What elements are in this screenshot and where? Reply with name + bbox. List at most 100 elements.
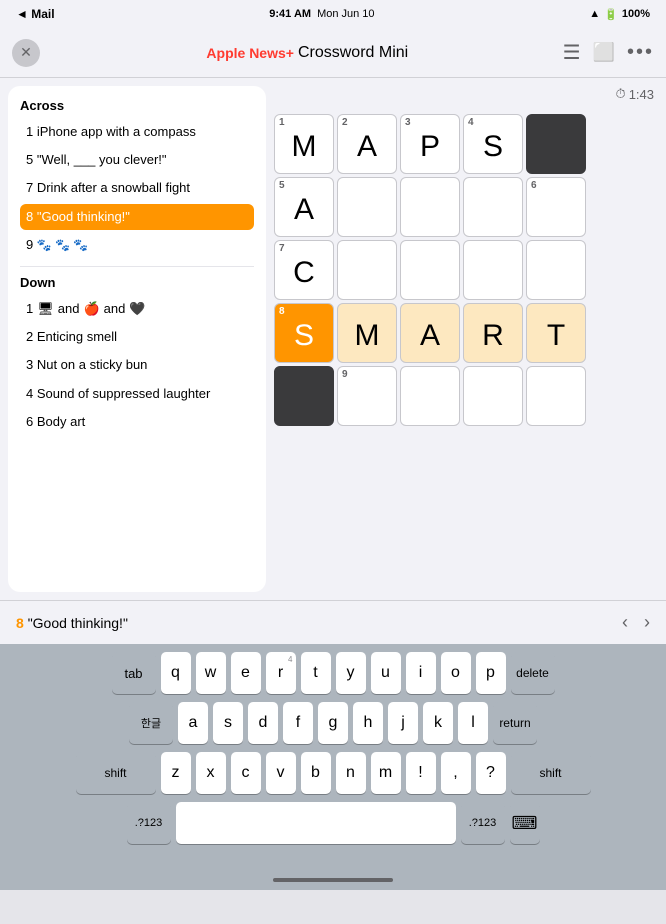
key-e[interactable]: e [231,652,261,694]
close-button[interactable]: ✕ [12,39,40,67]
clue-down-1-and1: and [58,300,80,318]
symbols-left-key[interactable]: .?123 [127,802,171,844]
key-l[interactable]: l [458,702,488,744]
cell-4-4[interactable] [526,366,586,426]
key-o[interactable]: o [441,652,471,694]
symbols-right-key[interactable]: .?123 [461,802,505,844]
return-key[interactable]: return [493,702,537,744]
clue-across-7[interactable]: 7 Drink after a snowball fight [20,175,254,201]
key-b[interactable]: b [301,752,331,794]
key-comma[interactable]: , [441,752,471,794]
cell-letter-3-0: S [294,319,314,353]
cell-1-2[interactable] [400,177,460,237]
shift-right-key[interactable]: shift [511,752,591,794]
cell-letter-3-2: A [420,319,440,353]
main-content: ✕ Apple News+ Crossword Mini ☰ ⬜ ••• Acr… [0,28,666,644]
wifi-icon: ▲ [589,8,600,20]
key-y[interactable]: y [336,652,366,694]
back-to-mail[interactable]: ◄ Mail [16,7,55,21]
clue-down-2[interactable]: 2 Enticing smell [20,324,254,350]
key-k[interactable]: k [423,702,453,744]
cell-1-4[interactable]: 6 [526,177,586,237]
key-f[interactable]: f [283,702,313,744]
key-v[interactable]: v [266,752,296,794]
key-p[interactable]: p [476,652,506,694]
cell-0-3[interactable]: 4 S [463,114,523,174]
cell-number-0-1: 2 [342,118,348,128]
key-s[interactable]: s [213,702,243,744]
key-x[interactable]: x [196,752,226,794]
clue-across-8-text: "Good thinking!" [37,209,130,224]
clue-down-1-icon2: 🍎 [83,300,99,318]
key-c[interactable]: c [231,752,261,794]
clue-down-4-text: Sound of suppressed laughter [37,386,210,401]
key-m[interactable]: m [371,752,401,794]
header-center: Apple News+ Crossword Mini [206,44,408,62]
cell-2-3[interactable] [463,240,523,300]
cell-0-2[interactable]: 3 P [400,114,460,174]
keyboard-row-2: 한글 a s d f g h j k l return [4,702,662,744]
clue-down-1[interactable]: 1 🖥 and 🍎 and 🖤 [20,296,254,322]
current-clue-nav: ‹ › [622,612,650,633]
key-g[interactable]: g [318,702,348,744]
clue-down-6[interactable]: 6 Body art [20,409,254,435]
cell-1-1[interactable] [337,177,397,237]
key-a[interactable]: a [178,702,208,744]
cell-3-1[interactable]: M [337,303,397,363]
key-n[interactable]: n [336,752,366,794]
prev-clue-button[interactable]: ‹ [622,612,628,633]
clue-across-1[interactable]: 1 iPhone app with a compass [20,119,254,145]
cell-1-3[interactable] [463,177,523,237]
key-z[interactable]: z [161,752,191,794]
key-exclaim[interactable]: ! [406,752,436,794]
clue-down-1-and2: and [104,300,126,318]
cell-number-0-0: 1 [279,118,285,128]
key-u[interactable]: u [371,652,401,694]
key-d[interactable]: d [248,702,278,744]
clue-down-1-icon1: 🖥 [37,300,54,318]
cell-4-1[interactable]: 9 [337,366,397,426]
key-j[interactable]: j [388,702,418,744]
clue-across-8[interactable]: 8 "Good thinking!" [20,204,254,230]
cell-3-2[interactable]: A [400,303,460,363]
key-r[interactable]: r4 [266,652,296,694]
cell-3-0[interactable]: 8 S [274,303,334,363]
key-t[interactable]: t [301,652,331,694]
cell-2-1[interactable] [337,240,397,300]
cell-0-1[interactable]: 2 A [337,114,397,174]
status-bar: ◄ Mail 9:41 AM Mon Jun 10 ▲ 🔋 100% [0,0,666,28]
cell-3-4[interactable]: T [526,303,586,363]
lang-key[interactable]: 한글 [129,702,173,744]
cell-3-3[interactable]: R [463,303,523,363]
current-clue-body: "Good thinking!" [28,615,128,631]
header-right: ☰ ⬜ ••• [563,40,654,65]
cell-4-3[interactable] [463,366,523,426]
down-title: Down [20,275,254,290]
cell-2-4[interactable] [526,240,586,300]
shift-left-key[interactable]: shift [76,752,156,794]
list-icon[interactable]: ☰ [563,40,581,65]
header-left: ✕ [12,39,52,67]
space-key[interactable] [176,802,456,844]
clue-down-3[interactable]: 3 Nut on a sticky bun [20,352,254,378]
cell-0-0[interactable]: 1 M [274,114,334,174]
home-indicator [0,870,666,890]
cell-2-0[interactable]: 7 C [274,240,334,300]
key-i[interactable]: i [406,652,436,694]
clue-across-5[interactable]: 5 "Well, ___ you clever!" [20,147,254,173]
key-q[interactable]: q [161,652,191,694]
device-icon[interactable]: ⬜ [593,42,615,63]
key-question[interactable]: ? [476,752,506,794]
tab-key[interactable]: tab [112,652,156,694]
cell-4-2[interactable] [400,366,460,426]
clue-across-9[interactable]: 9 🐾 🐾 🐾 [20,232,254,258]
key-h[interactable]: h [353,702,383,744]
more-icon[interactable]: ••• [627,41,654,64]
delete-key[interactable]: delete [511,652,555,694]
key-w[interactable]: w [196,652,226,694]
clue-down-4[interactable]: 4 Sound of suppressed laughter [20,381,254,407]
cell-2-2[interactable] [400,240,460,300]
cell-1-0[interactable]: 5 A [274,177,334,237]
next-clue-button[interactable]: › [644,612,650,633]
keyboard-hide-key[interactable]: ⌨ [510,802,540,844]
